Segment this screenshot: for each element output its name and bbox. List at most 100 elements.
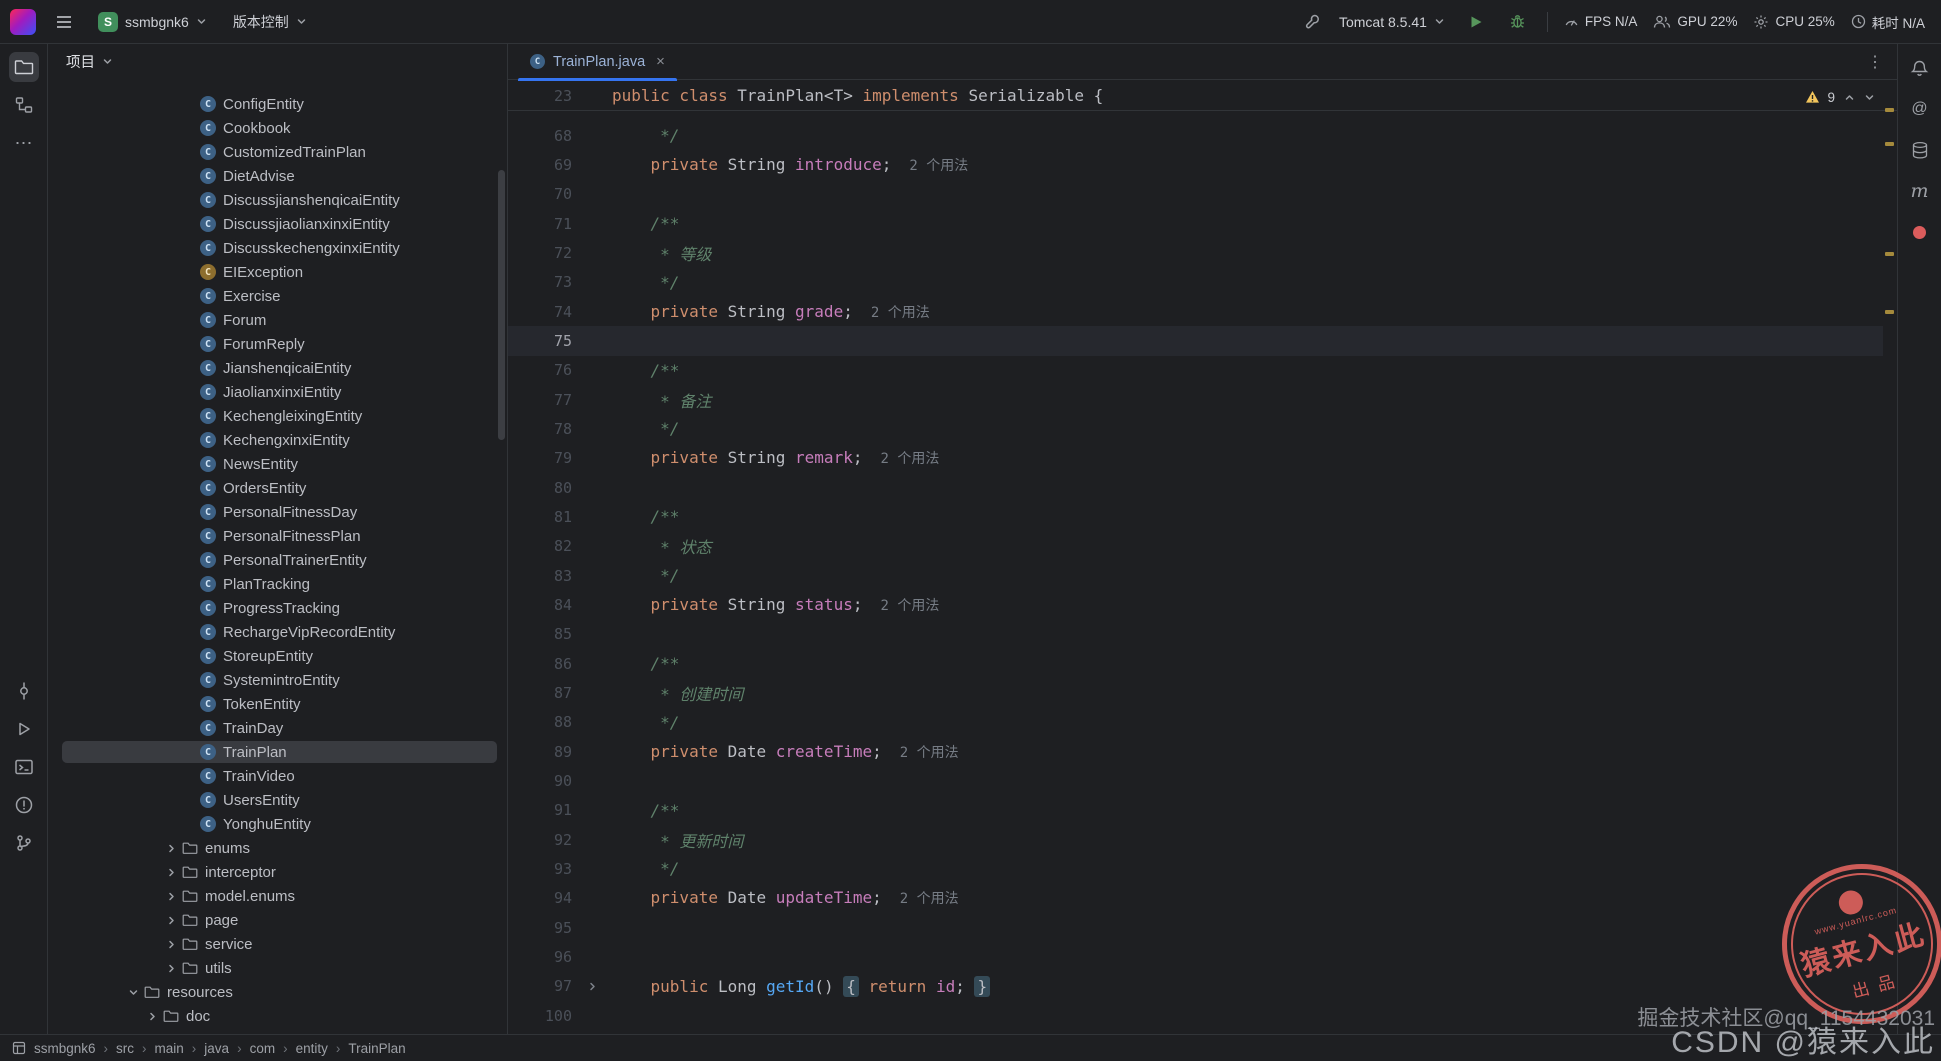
code-line-96[interactable]: 96	[508, 942, 1883, 971]
line-number[interactable]: 93	[508, 860, 572, 878]
warning-stripe-mark[interactable]	[1885, 252, 1894, 256]
code-line-68[interactable]: 68 */	[508, 121, 1883, 150]
tree-item-dietadvise[interactable]: C DietAdvise	[48, 164, 507, 188]
problems-tool-icon[interactable]	[9, 790, 39, 820]
code-line-97[interactable]: 97 public Long getId() { return id; }	[508, 972, 1883, 1001]
line-number[interactable]: 90	[508, 772, 572, 790]
line-number[interactable]: 83	[508, 567, 572, 585]
line-number[interactable]: 77	[508, 391, 572, 409]
chevron-right-icon[interactable]	[162, 915, 181, 926]
project-panel-header[interactable]: 项目	[48, 44, 507, 80]
debug-button[interactable]	[1505, 9, 1531, 35]
warning-stripe-mark[interactable]	[1885, 108, 1894, 112]
breadcrumb-item[interactable]: TrainPlan	[348, 1041, 405, 1056]
chevron-down-icon[interactable]	[124, 987, 143, 998]
code-line-79[interactable]: 79 private String remark; 2 个用法	[508, 444, 1883, 473]
close-icon[interactable]: ×	[656, 53, 665, 70]
line-number[interactable]: 100	[508, 1007, 572, 1025]
code-line-91[interactable]: 91 /**	[508, 796, 1883, 825]
line-number[interactable]: 88	[508, 713, 572, 731]
warning-stripe-mark[interactable]	[1885, 142, 1894, 146]
run-configuration-selector[interactable]: Tomcat 8.5.41	[1337, 10, 1447, 34]
tree-item-eiexception[interactable]: C EIException	[48, 260, 507, 284]
line-number[interactable]: 85	[508, 625, 572, 643]
tree-item-interceptor[interactable]: interceptor	[48, 860, 507, 884]
chevron-up-icon[interactable]	[1844, 92, 1855, 103]
breadcrumb-item[interactable]: main	[155, 1041, 184, 1056]
code-line-90[interactable]: 90	[508, 766, 1883, 795]
tree-item-tokenentity[interactable]: C TokenEntity	[48, 692, 507, 716]
line-number[interactable]: 89	[508, 743, 572, 761]
tree-item-discusskechengxinxientity[interactable]: C DiscusskechengxinxiEntity	[48, 236, 507, 260]
tree-item-progresstracking[interactable]: C ProgressTracking	[48, 596, 507, 620]
code-line-95[interactable]: 95	[508, 913, 1883, 942]
tree-item-trainday[interactable]: C TrainDay	[48, 716, 507, 740]
tree-item-cookbook[interactable]: C Cookbook	[48, 116, 507, 140]
tree-item-discussjiaolianxinxientity[interactable]: C DiscussjiaolianxinxiEntity	[48, 212, 507, 236]
breadcrumb-item[interactable]: src	[116, 1041, 134, 1056]
tree-item-service[interactable]: service	[48, 932, 507, 956]
code-line-81[interactable]: 81 /**	[508, 502, 1883, 531]
line-number[interactable]: 94	[508, 889, 572, 907]
tree-item-forumreply[interactable]: C ForumReply	[48, 332, 507, 356]
code-line-92[interactable]: 92 * 更新时间	[508, 825, 1883, 854]
line-number[interactable]: 91	[508, 801, 572, 819]
tree-item-resources[interactable]: resources	[48, 980, 507, 1004]
line-number[interactable]: 70	[508, 185, 572, 203]
line-number[interactable]: 69	[508, 156, 572, 174]
warning-stripe-mark[interactable]	[1885, 310, 1894, 314]
line-number[interactable]: 74	[508, 303, 572, 321]
chevron-right-icon[interactable]	[162, 843, 181, 854]
code-line-74[interactable]: 74 private String grade; 2 个用法	[508, 297, 1883, 326]
breadcrumb-item[interactable]: ssmbgnk6	[34, 1041, 96, 1056]
tree-item-utils[interactable]: utils	[48, 956, 507, 980]
line-number[interactable]: 96	[508, 948, 572, 966]
code-line-80[interactable]: 80	[508, 473, 1883, 502]
line-number[interactable]: 84	[508, 596, 572, 614]
tree-item-trainvideo[interactable]: C TrainVideo	[48, 764, 507, 788]
line-number[interactable]: 80	[508, 479, 572, 497]
tree-item-kechengleixingentity[interactable]: C KechengleixingEntity	[48, 404, 507, 428]
line-number[interactable]: 86	[508, 655, 572, 673]
tree-item-customizedtrainplan[interactable]: C CustomizedTrainPlan	[48, 140, 507, 164]
project-widget[interactable]: S ssmbgnk6	[92, 8, 213, 36]
tree-item-trainplan[interactable]: C TrainPlan	[48, 740, 507, 764]
code-line-87[interactable]: 87 * 创建时间	[508, 678, 1883, 707]
line-number[interactable]: 76	[508, 361, 572, 379]
tree-item-page[interactable]: page	[48, 908, 507, 932]
breadcrumb-item[interactable]: java	[204, 1041, 229, 1056]
line-number[interactable]: 68	[508, 127, 572, 145]
tree-item-exercise[interactable]: C Exercise	[48, 284, 507, 308]
project-tool-icon[interactable]	[8, 52, 39, 82]
fold-chevron-icon[interactable]	[572, 981, 612, 992]
tree-item-forum[interactable]: C Forum	[48, 308, 507, 332]
maven-icon[interactable]: m	[1908, 179, 1932, 203]
chevron-down-icon[interactable]	[1864, 92, 1875, 103]
tree-item-doc[interactable]: doc	[48, 1004, 507, 1028]
code-line-93[interactable]: 93 */	[508, 854, 1883, 883]
notifications-bell-icon[interactable]	[1908, 56, 1932, 80]
tree-item-model-enums[interactable]: model.enums	[48, 884, 507, 908]
sticky-line[interactable]: 23 public class TrainPlan<T> implements …	[508, 81, 1897, 111]
tree-item-jianshenqicaientity[interactable]: C JianshenqicaiEntity	[48, 356, 507, 380]
tree-item-yonghuentity[interactable]: C YonghuEntity	[48, 812, 507, 836]
code-line-85[interactable]: 85	[508, 620, 1883, 649]
code-line-94[interactable]: 94 private Date updateTime; 2 个用法	[508, 884, 1883, 913]
line-number[interactable]: 82	[508, 537, 572, 555]
code-line-86[interactable]: 86 /**	[508, 649, 1883, 678]
plugin-dot-icon[interactable]	[1908, 220, 1932, 244]
tree-item-rechargeviprecordentity[interactable]: C RechargeVipRecordEntity	[48, 620, 507, 644]
line-number[interactable]: 71	[508, 215, 572, 233]
run-tool-icon[interactable]	[9, 714, 39, 744]
structure-tool-icon[interactable]	[9, 90, 39, 120]
line-number[interactable]: 97	[508, 977, 572, 995]
code-line-88[interactable]: 88 */	[508, 708, 1883, 737]
run-button[interactable]	[1463, 9, 1489, 35]
tree-item-configentity[interactable]: C ConfigEntity	[48, 92, 507, 116]
tree-item-usersentity[interactable]: C UsersEntity	[48, 788, 507, 812]
git-branch-tool-icon[interactable]	[9, 828, 39, 858]
commit-tool-icon[interactable]	[9, 676, 39, 706]
line-number[interactable]: 87	[508, 684, 572, 702]
tree-item-storeupentity[interactable]: C StoreupEntity	[48, 644, 507, 668]
database-icon[interactable]	[1908, 138, 1932, 162]
